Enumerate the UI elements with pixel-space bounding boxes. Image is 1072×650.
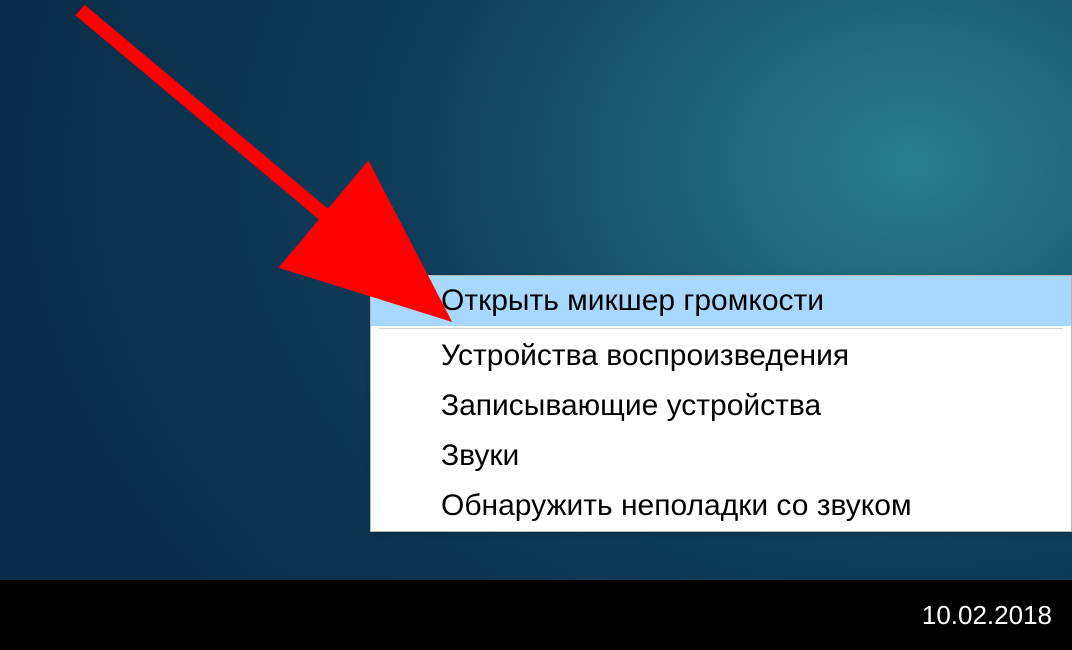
menu-item-troubleshoot-sound[interactable]: Обнаружить неполадки со звуком: [371, 481, 1071, 531]
menu-item-label: Звуки: [441, 439, 519, 472]
menu-item-playback-devices[interactable]: Устройства воспроизведения: [371, 331, 1071, 381]
volume-context-menu: Открыть микшер громкости Устройства восп…: [370, 275, 1072, 532]
taskbar-date: 10.02.2018: [922, 600, 1052, 631]
menu-item-label: Обнаружить неполадки со звуком: [441, 489, 912, 522]
menu-item-open-volume-mixer[interactable]: Открыть микшер громкости: [371, 276, 1071, 326]
menu-separator: [379, 328, 1063, 329]
taskbar: 10.02.2018: [0, 580, 1072, 650]
menu-item-label: Устройства воспроизведения: [441, 339, 849, 372]
menu-item-sounds[interactable]: Звуки: [371, 431, 1071, 481]
menu-item-recording-devices[interactable]: Записывающие устройства: [371, 381, 1071, 431]
menu-item-label: Открыть микшер громкости: [441, 284, 824, 317]
menu-item-label: Записывающие устройства: [441, 389, 821, 422]
